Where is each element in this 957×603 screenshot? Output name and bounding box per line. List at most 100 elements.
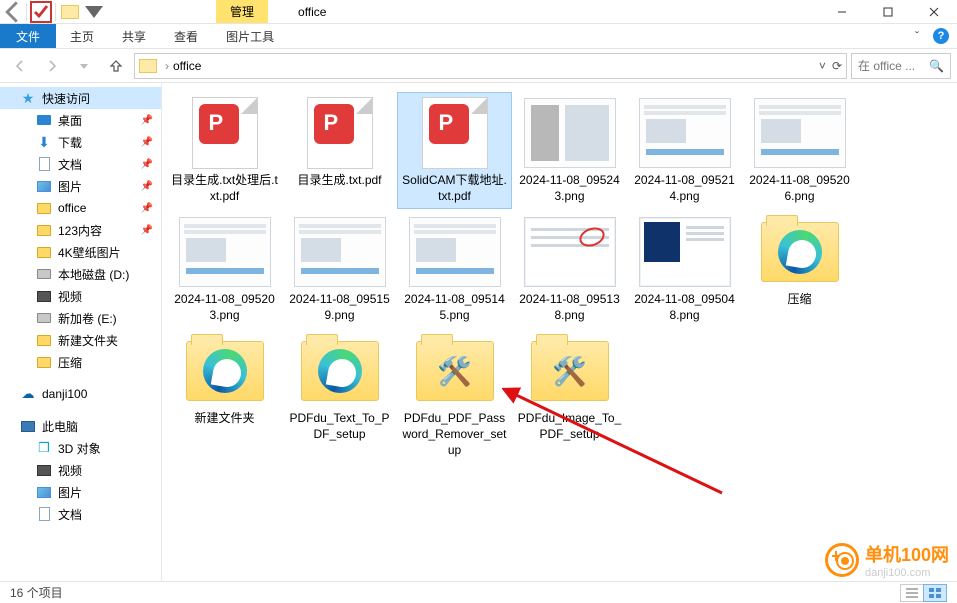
sidebar-item-label: 4K壁纸图片	[58, 244, 121, 261]
file-item[interactable]: 2024-11-08_095138.png	[513, 212, 626, 327]
pin-icon: 📌	[141, 181, 153, 192]
nav-recent-dropdown[interactable]	[70, 53, 98, 79]
address-dropdown-icon[interactable]: ˅	[819, 59, 826, 73]
pin-icon: 📌	[141, 225, 153, 236]
image-thumb	[407, 216, 503, 288]
title-bar: 管理 office	[0, 0, 957, 24]
pdf-thumb	[292, 97, 388, 169]
ribbon-tab-home[interactable]: 主页	[56, 24, 108, 48]
breadcrumb-segment[interactable]: office	[173, 59, 201, 73]
ribbon-expand-icon[interactable]: ˇ	[915, 29, 919, 43]
file-label: 2024-11-08_095206.png	[746, 173, 854, 204]
navigation-sidebar[interactable]: ★ 快速访问 桌面📌⬇下载📌文档📌图片📌office📌123内容📌 4K壁纸图片…	[0, 83, 162, 581]
file-label: 2024-11-08_095159.png	[286, 292, 394, 323]
qat-back-icon[interactable]	[0, 0, 24, 24]
help-icon[interactable]: ?	[933, 28, 949, 44]
file-item[interactable]: 2024-11-08_095048.png	[628, 212, 741, 327]
sidebar-quick-access[interactable]: ★ 快速访问	[0, 87, 161, 109]
file-item[interactable]: 🛠️PDFdu_Image_To_PDF_setup	[513, 331, 626, 462]
sidebar-item[interactable]: 本地磁盘 (D:)	[0, 263, 161, 285]
file-label: 2024-11-08_095138.png	[516, 292, 624, 323]
image-thumb	[637, 97, 733, 169]
image-thumb	[292, 216, 388, 288]
desktop-icon	[36, 112, 52, 128]
ribbon: 文件 主页 共享 查看 图片工具 ˇ ?	[0, 24, 957, 49]
qat-check-icon[interactable]	[29, 0, 53, 24]
star-icon: ★	[20, 90, 36, 106]
sidebar-item-label: 图片	[58, 178, 82, 195]
nav-back-button[interactable]	[6, 53, 34, 79]
watermark: 单机100网 danji100.com	[825, 541, 949, 579]
file-item[interactable]: 2024-11-08_095214.png	[628, 93, 741, 208]
file-item[interactable]: 🛠️PDFdu_PDF_Password_Remover_setup	[398, 331, 511, 462]
folder-icon	[36, 200, 52, 216]
video-icon	[36, 288, 52, 304]
sidebar-item[interactable]: 视频	[0, 285, 161, 307]
file-label: 新建文件夹	[194, 411, 254, 427]
image-thumb	[522, 97, 618, 169]
status-bar: 16 个项目	[0, 581, 957, 603]
file-item[interactable]: 目录生成.txt处理后.txt.pdf	[168, 93, 281, 208]
document-icon	[36, 156, 52, 172]
file-label: 目录生成.txt处理后.txt.pdf	[171, 173, 279, 204]
image-thumb	[522, 216, 618, 288]
qat-folder-icon[interactable]	[58, 0, 82, 24]
address-folder-icon	[139, 59, 157, 73]
sidebar-item[interactable]: ⬇下载📌	[0, 131, 161, 153]
file-item[interactable]: 目录生成.txt.pdf	[283, 93, 396, 208]
file-item[interactable]: PDFdu_Text_To_PDF_setup	[283, 331, 396, 462]
sidebar-onedrive[interactable]: ☁ danji100	[0, 383, 161, 405]
file-item[interactable]: 2024-11-08_095206.png	[743, 93, 856, 208]
file-item[interactable]: 新建文件夹	[168, 331, 281, 462]
3d-icon: ❒	[36, 440, 52, 456]
file-grid[interactable]: 目录生成.txt处理后.txt.pdf目录生成.txt.pdfSolidCAM下…	[162, 83, 957, 581]
image-thumb	[752, 97, 848, 169]
watermark-brand: 单机100网	[865, 545, 949, 565]
ribbon-tab-share[interactable]: 共享	[108, 24, 160, 48]
file-item[interactable]: 2024-11-08_095203.png	[168, 212, 281, 327]
maximize-button[interactable]	[865, 0, 911, 24]
sidebar-item[interactable]: 图片	[0, 481, 161, 503]
sidebar-item[interactable]: 文档	[0, 503, 161, 525]
qat-dropdown-icon[interactable]	[82, 0, 106, 24]
item-count: 16 个项目	[10, 584, 63, 601]
file-item[interactable]: 2024-11-08_095243.png	[513, 93, 626, 208]
ribbon-tab-view[interactable]: 查看	[160, 24, 212, 48]
sidebar-item[interactable]: 新建文件夹	[0, 329, 161, 351]
file-item[interactable]: 压缩	[743, 212, 856, 327]
search-input[interactable]: 在 office ... 🔍	[851, 53, 951, 79]
sidebar-item[interactable]: ❒3D 对象	[0, 437, 161, 459]
sidebar-item-label: 图片	[58, 484, 82, 501]
sidebar-item[interactable]: 视频	[0, 459, 161, 481]
file-label: SolidCAM下载地址.txt.pdf	[401, 173, 509, 204]
download-icon: ⬇	[36, 134, 52, 150]
address-refresh-icon[interactable]: ⟳	[832, 59, 842, 73]
ribbon-file-tab[interactable]: 文件	[0, 24, 56, 48]
sidebar-item-label: 视频	[58, 462, 82, 479]
sidebar-item[interactable]: 新加卷 (E:)	[0, 307, 161, 329]
view-details-button[interactable]	[900, 584, 924, 602]
minimize-button[interactable]	[819, 0, 865, 24]
sidebar-item[interactable]: office📌	[0, 197, 161, 219]
file-item[interactable]: 2024-11-08_095145.png	[398, 212, 511, 327]
address-box[interactable]: › office ˅ ⟳	[134, 53, 847, 79]
sidebar-item[interactable]: 图片 📌	[0, 175, 161, 197]
close-button[interactable]	[911, 0, 957, 24]
folder-thumb	[177, 335, 273, 407]
window-title: office	[298, 5, 326, 19]
sidebar-item[interactable]: 桌面📌	[0, 109, 161, 131]
file-item[interactable]: SolidCAM下载地址.txt.pdf	[398, 93, 511, 208]
ribbon-tab-picture-tools[interactable]: 图片工具	[212, 24, 288, 48]
folder-thumb	[292, 335, 388, 407]
nav-forward-button[interactable]	[38, 53, 66, 79]
file-item[interactable]: 2024-11-08_095159.png	[283, 212, 396, 327]
view-icons-button[interactable]	[923, 584, 947, 602]
sidebar-item-label: 桌面	[58, 112, 82, 129]
drive-icon	[36, 266, 52, 282]
sidebar-item[interactable]: 123内容📌	[0, 219, 161, 241]
sidebar-this-pc[interactable]: 此电脑	[0, 415, 161, 437]
sidebar-item[interactable]: 文档📌	[0, 153, 161, 175]
sidebar-item[interactable]: 4K壁纸图片	[0, 241, 161, 263]
sidebar-item[interactable]: 压缩	[0, 351, 161, 373]
nav-up-button[interactable]	[102, 53, 130, 79]
